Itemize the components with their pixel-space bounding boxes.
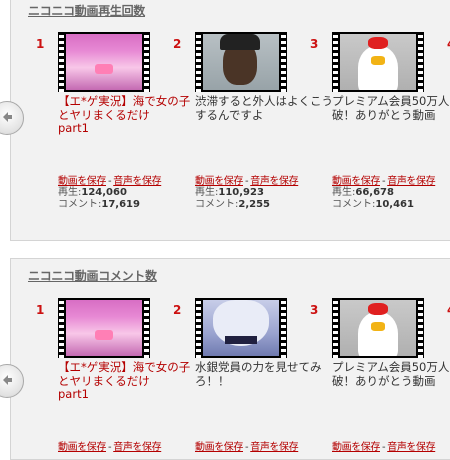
save-video-link[interactable]: 動画を保存 [58, 442, 106, 453]
save-video-link[interactable]: 動画を保存 [195, 176, 243, 187]
comment-count: 10,461 [375, 199, 414, 210]
arrow-left-icon [3, 375, 12, 385]
video-title-link[interactable]: 【エ*ゲ実況】海で女の子とヤリまくるだけ part1 [58, 360, 198, 402]
comment-count: 17,619 [101, 199, 140, 210]
rank-number: 2 [173, 303, 182, 317]
video-title-link[interactable]: 水銀党員の力を見せてみろ！！ [195, 360, 335, 388]
save-links: 動画を保存 - 音声を保存 [195, 442, 299, 453]
ranking-panel-plays: ニコニコ動画再生回数 1 【エ*ゲ実況】海で女の子とヤリまくるだけ part1 動… [10, 0, 450, 241]
rank-number: 3 [310, 37, 319, 51]
save-video-link[interactable]: 動画を保存 [58, 176, 106, 187]
section-title[interactable]: ニコニコ動画コメント数 [28, 267, 157, 284]
arrow-left-icon [3, 112, 12, 122]
save-audio-link[interactable]: 音声を保存 [113, 442, 161, 453]
video-stats: 再生:66,678 コメント:10,461 [332, 187, 414, 211]
save-links: 動画を保存 - 音声を保存 [332, 176, 436, 187]
rank-number: 3 [310, 303, 319, 317]
video-title-link[interactable]: プレミアム会員50万人突破！ありがとう動画 [332, 360, 450, 388]
save-audio-link[interactable]: 音声を保存 [387, 442, 435, 453]
comment-label: コメント: [332, 199, 376, 210]
video-title-link[interactable]: 【エ*ゲ実況】海で女の子とヤリまくるだけ part1 [58, 94, 198, 136]
comment-label: コメント: [195, 199, 239, 210]
save-audio-link[interactable]: 音声を保存 [250, 442, 298, 453]
rank-number: 2 [173, 37, 182, 51]
save-video-link[interactable]: 動画を保存 [195, 442, 243, 453]
video-thumbnail[interactable] [195, 32, 287, 92]
save-links: 動画を保存 - 音声を保存 [58, 442, 162, 453]
video-stats: 再生:110,923 コメント:2,255 [195, 187, 270, 211]
save-video-link[interactable]: 動画を保存 [332, 176, 380, 187]
play-count: 66,678 [355, 187, 394, 198]
comment-count: 2,255 [238, 199, 271, 210]
video-thumbnail[interactable] [332, 32, 424, 92]
play-count: 110,923 [218, 187, 264, 198]
play-label: 再生: [58, 187, 82, 198]
video-title-link[interactable]: 渋滞すると外人はよくこうするんですよ [195, 94, 335, 122]
ranking-panel-comments: ニコニコ動画コメント数 1 【エ*ゲ実況】海で女の子とヤリまくるだけ part1 … [10, 258, 450, 460]
play-label: 再生: [195, 187, 219, 198]
comment-label: コメント: [58, 199, 102, 210]
video-stats: 再生:124,060 コメント:17,619 [58, 187, 140, 211]
save-audio-link[interactable]: 音声を保存 [387, 176, 435, 187]
save-audio-link[interactable]: 音声を保存 [113, 176, 161, 187]
play-count: 124,060 [81, 187, 127, 198]
play-label: 再生: [332, 187, 356, 198]
video-thumbnail[interactable] [332, 298, 424, 358]
video-thumbnail[interactable] [195, 298, 287, 358]
section-title[interactable]: ニコニコ動画再生回数 [28, 2, 145, 19]
save-links: 動画を保存 - 音声を保存 [195, 176, 299, 187]
video-thumbnail[interactable] [58, 32, 150, 92]
save-audio-link[interactable]: 音声を保存 [250, 176, 298, 187]
save-video-link[interactable]: 動画を保存 [332, 442, 380, 453]
rank-number: 1 [36, 37, 45, 51]
video-thumbnail[interactable] [58, 298, 150, 358]
video-title-link[interactable]: プレミアム会員50万人突破！ありがとう動画 [332, 94, 450, 122]
rank-number: 1 [36, 303, 45, 317]
save-links: 動画を保存 - 音声を保存 [58, 176, 162, 187]
save-links: 動画を保存 - 音声を保存 [332, 442, 436, 453]
